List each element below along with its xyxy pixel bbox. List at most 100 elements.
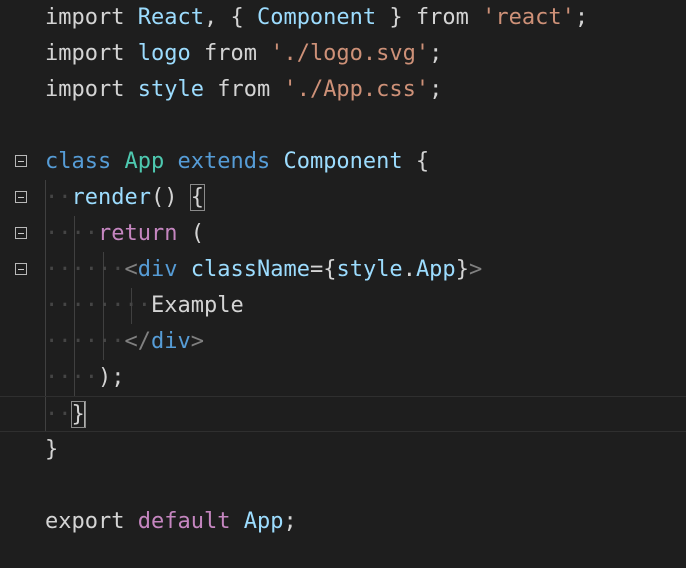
code-line-1[interactable]: import React, { Component } from 'react'… [0, 0, 686, 36]
jsx-text: Example [150, 293, 244, 318]
string: 'react' [482, 5, 575, 30]
keyword: from [415, 5, 469, 30]
code-line-14[interactable] [0, 468, 686, 504]
tag-bracket: </ [124, 329, 151, 354]
whitespace-marker: ·· [45, 185, 72, 210]
code-content: ··} [45, 397, 86, 433]
punctuation: ; [429, 41, 443, 66]
code-content: import React, { Component } from 'react'… [45, 0, 588, 36]
punctuation: ; [429, 77, 443, 102]
punctuation: } [376, 5, 416, 30]
whitespace-marker: ······ [45, 329, 125, 354]
identifier: App [415, 257, 456, 282]
code-line-6[interactable]: ··render() { [0, 180, 686, 216]
keyword: class [45, 149, 112, 174]
keyword: return [97, 221, 178, 246]
code-line-7[interactable]: ····return ( [0, 216, 686, 252]
punctuation: . [402, 257, 416, 282]
whitespace-marker: ···· [45, 221, 98, 246]
code-line-15[interactable]: export default App; [0, 504, 686, 540]
matched-bracket: { [189, 184, 206, 211]
whitespace-marker: ·· [45, 402, 72, 427]
code-content: import logo from './logo.svg'; [45, 36, 442, 72]
code-line-2[interactable]: import logo from './logo.svg'; [0, 36, 686, 72]
punctuation: , { [203, 5, 257, 30]
attribute-name: className [190, 257, 310, 282]
tag-name: div [137, 257, 178, 282]
code-line-11[interactable]: ····); [0, 360, 686, 396]
code-content: export default App; [45, 504, 297, 540]
text-cursor [83, 402, 86, 428]
code-line-13[interactable]: } [0, 432, 686, 468]
whitespace-marker: ······ [45, 257, 125, 282]
identifier: App [243, 509, 284, 534]
identifier: Component [283, 149, 403, 174]
code-content: import style from './App.css'; [45, 72, 442, 108]
code-content: ··render() { [45, 180, 206, 216]
code-content: } [45, 432, 58, 468]
code-line-9[interactable]: ········Example [0, 288, 686, 324]
code-content: class App extends Component { [45, 144, 429, 180]
punctuation: { [402, 149, 430, 174]
identifier: style [336, 257, 403, 282]
punctuation: ; [283, 509, 297, 534]
fold-toggle-icon[interactable] [15, 263, 27, 275]
punctuation: ={ [309, 257, 337, 282]
string: './App.css' [283, 77, 430, 102]
fold-toggle-icon[interactable] [15, 191, 27, 203]
keyword: default [137, 509, 231, 534]
method-name: render [71, 185, 151, 210]
keyword: import [45, 41, 125, 66]
whitespace-marker: ········ [45, 293, 151, 318]
identifier: Component [256, 5, 377, 30]
punctuation: } [455, 257, 469, 282]
punctuation: ); [97, 365, 125, 390]
code-line-12[interactable]: ··} [0, 396, 686, 432]
keyword: import [45, 77, 125, 102]
fold-toggle-icon[interactable] [15, 227, 27, 239]
code-content: ····return ( [45, 216, 204, 252]
keyword: from [217, 77, 271, 102]
code-line-3[interactable]: import style from './App.css'; [0, 72, 686, 108]
identifier: style [137, 77, 204, 102]
keyword: import [45, 5, 125, 30]
tag-bracket: > [190, 329, 204, 354]
code-editor[interactable]: import React, { Component } from 'react'… [0, 0, 686, 568]
code-line-5[interactable]: class App extends Component { [0, 144, 686, 180]
code-line-10[interactable]: ······</div> [0, 324, 686, 360]
class-name: App [124, 149, 165, 174]
identifier: logo [137, 41, 191, 66]
punctuation: ; [574, 5, 589, 30]
punctuation: () [150, 185, 191, 210]
fold-toggle-icon[interactable] [15, 155, 27, 167]
code-content: ········Example [45, 288, 244, 324]
identifier: React [137, 5, 204, 30]
code-line-4[interactable] [0, 108, 686, 144]
punctuation: } [45, 437, 59, 462]
string: './logo.svg' [270, 41, 430, 66]
punctuation: ( [177, 221, 204, 246]
code-content: ······<div className={style.App}> [45, 252, 482, 288]
matched-bracket: } [70, 401, 86, 428]
tag-bracket: < [124, 257, 138, 282]
keyword: extends [177, 149, 271, 174]
keyword: export [45, 509, 125, 534]
code-line-8[interactable]: ······<div className={style.App}> [0, 252, 686, 288]
whitespace-marker: ···· [45, 365, 98, 390]
code-content: ····); [45, 360, 124, 396]
keyword: from [203, 41, 257, 66]
